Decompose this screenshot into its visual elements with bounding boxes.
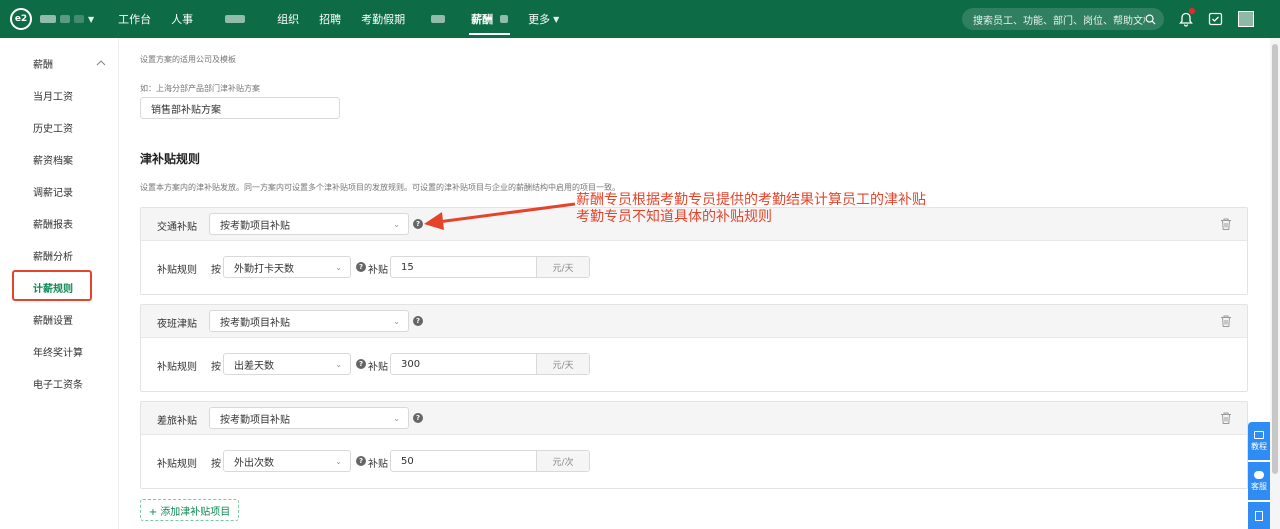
nav-payroll[interactable]: 薪酬 bbox=[461, 0, 518, 38]
chevron-down-icon: ⌄ bbox=[335, 456, 342, 466]
chevron-down-icon: ⌄ bbox=[335, 359, 342, 369]
allowance-name: 交通补贴 bbox=[157, 222, 197, 233]
chevron-up-icon bbox=[96, 60, 106, 66]
sidebar-item-salary-files[interactable]: 薪资档案 bbox=[0, 144, 118, 174]
nav-more[interactable]: 更多 ▼ bbox=[518, 0, 569, 38]
chat-icon bbox=[1254, 470, 1264, 479]
add-allowance-button[interactable]: + 添加津补贴项目 bbox=[140, 499, 239, 521]
nav-organization[interactable]: 组织 bbox=[267, 0, 309, 38]
allowance-name: 夜班津贴 bbox=[157, 319, 197, 330]
customer-service-tab[interactable]: 客服 bbox=[1248, 462, 1270, 500]
nav-personnel[interactable]: 人事 bbox=[161, 0, 203, 38]
notification-dot bbox=[1189, 8, 1195, 14]
sidebar-item-payroll-analysis[interactable]: 薪酬分析 bbox=[0, 240, 118, 270]
company-switcher[interactable]: ▼ bbox=[40, 15, 94, 24]
subsidy-label: 补贴 bbox=[368, 265, 388, 276]
annotation-note: 薪酬专员根据考勤专员提供的考勤结果计算员工的津补贴 考勤专员不知道具体的补贴规则 bbox=[576, 192, 926, 226]
by-label: 按 bbox=[211, 265, 221, 276]
document-tab[interactable] bbox=[1248, 502, 1270, 529]
by-label: 按 bbox=[211, 362, 221, 373]
card-body: 补贴规则 按 出差天数 ⌄ ? 补贴 300 元/天 bbox=[141, 338, 1247, 391]
trash-icon[interactable] bbox=[1219, 411, 1233, 425]
global-search[interactable]: 搜索员工、功能、部门、岗位、帮助文档 bbox=[962, 8, 1164, 30]
nav-attendance[interactable]: 考勤假期 bbox=[351, 0, 415, 38]
scheme-name-hint: 如：上海分部产品部门津补贴方案 bbox=[140, 84, 260, 93]
avatar[interactable] bbox=[1236, 9, 1256, 29]
annotation-line-2: 考勤专员不知道具体的补贴规则 bbox=[576, 209, 772, 225]
amount-input[interactable]: 50 元/次 bbox=[390, 450, 590, 472]
main-nav: 工作台 人事 组织 招聘 考勤假期 薪酬 更多 ▼ bbox=[108, 0, 569, 38]
tutorial-tab[interactable]: 教程 bbox=[1248, 422, 1270, 460]
blurred-badge bbox=[500, 15, 509, 23]
help-icon[interactable]: ? bbox=[413, 413, 423, 423]
allowance-mode-select[interactable]: 按考勤项目补贴 ⌄ bbox=[209, 407, 409, 429]
nav-recruitment[interactable]: 招聘 bbox=[309, 0, 351, 38]
nav-blurred-item-2[interactable] bbox=[415, 0, 461, 38]
app-logo[interactable]: e2 bbox=[10, 8, 32, 30]
sidebar-group-payroll[interactable]: 薪酬 bbox=[0, 48, 118, 78]
help-icon[interactable]: ? bbox=[356, 456, 366, 466]
scope-hint: 设置方案的适用公司及模板 bbox=[140, 55, 236, 64]
basis-select[interactable]: 出差天数 ⌄ bbox=[223, 353, 351, 375]
basis-select[interactable]: 外勤打卡天数 ⌄ bbox=[223, 256, 351, 278]
rule-label: 补贴规则 bbox=[157, 362, 197, 373]
sidebar-item-payroll-settings[interactable]: 薪酬设置 bbox=[0, 304, 118, 334]
by-label: 按 bbox=[211, 459, 221, 470]
chevron-down-icon: ⌄ bbox=[393, 316, 400, 326]
top-navbar: e2 ▼ 工作台 人事 组织 招聘 考勤假期 薪酬 更多 ▼ 搜索员工、功能、部门… bbox=[0, 0, 1280, 38]
nav-blurred-item[interactable] bbox=[203, 0, 267, 38]
rule-label: 补贴规则 bbox=[157, 265, 197, 276]
help-icon[interactable]: ? bbox=[356, 359, 366, 369]
allowance-card: 夜班津贴 按考勤项目补贴 ⌄ ? 补贴规则 按 出差天数 ⌄ ? 补贴 300 元/… bbox=[140, 304, 1248, 392]
bell-icon[interactable] bbox=[1176, 8, 1196, 29]
scrollbar-thumb[interactable] bbox=[1272, 44, 1278, 474]
rule-label: 补贴规则 bbox=[157, 459, 197, 470]
scheme-name-input[interactable]: 销售部补贴方案 bbox=[140, 97, 340, 119]
blurred-label bbox=[225, 15, 246, 23]
search-icon bbox=[1145, 14, 1156, 25]
annotation-line-1: 薪酬专员根据考勤专员提供的考勤结果计算员工的津补贴 bbox=[576, 192, 926, 208]
subsidy-label: 补贴 bbox=[368, 459, 388, 470]
allowance-mode-select[interactable]: 按考勤项目补贴 ⌄ bbox=[209, 310, 409, 332]
sidebar-item-adjustment-records[interactable]: 调薪记录 bbox=[0, 176, 118, 206]
section-title: 津补贴规则 bbox=[140, 152, 201, 166]
chevron-down-icon: ▼ bbox=[553, 14, 560, 24]
amount-input[interactable]: 15 元/天 bbox=[390, 256, 590, 278]
trash-icon[interactable] bbox=[1219, 217, 1233, 231]
help-icon[interactable]: ? bbox=[413, 316, 423, 326]
blurred-label-2 bbox=[431, 15, 446, 23]
basis-select[interactable]: 外出次数 ⌄ bbox=[223, 450, 351, 472]
nav-workbench[interactable]: 工作台 bbox=[108, 0, 161, 38]
task-check-icon[interactable] bbox=[1205, 9, 1225, 29]
card-header: 差旅补贴 按考勤项目补贴 ⌄ ? bbox=[141, 402, 1247, 435]
company-name-blurred-2 bbox=[60, 15, 70, 23]
sidebar-item-bonus-calc[interactable]: 年终奖计算 bbox=[0, 336, 118, 366]
sidebar-item-salary-history[interactable]: 历史工资 bbox=[0, 112, 118, 142]
scrollbar[interactable] bbox=[1270, 38, 1280, 529]
card-header: 夜班津贴 按考勤项目补贴 ⌄ ? bbox=[141, 305, 1247, 338]
amount-input[interactable]: 300 元/天 bbox=[390, 353, 590, 375]
card-body: 补贴规则 按 外勤打卡天数 ⌄ ? 补贴 15 元/天 bbox=[141, 241, 1247, 294]
card-body: 补贴规则 按 外出次数 ⌄ ? 补贴 50 元/次 bbox=[141, 435, 1247, 488]
chevron-down-icon: ▼ bbox=[88, 14, 95, 24]
allowance-card: 差旅补贴 按考勤项目补贴 ⌄ ? 补贴规则 按 外出次数 ⌄ ? 补贴 50 元/次 bbox=[140, 401, 1248, 489]
annotation-arrow bbox=[424, 202, 576, 230]
allowance-mode-select[interactable]: 按考勤项目补贴 ⌄ bbox=[209, 213, 409, 235]
chevron-down-icon: ⌄ bbox=[393, 413, 400, 423]
chevron-down-icon: ⌄ bbox=[393, 219, 400, 229]
sidebar-item-payroll-reports[interactable]: 薪酬报表 bbox=[0, 208, 118, 238]
document-icon bbox=[1255, 510, 1263, 521]
allowance-name: 差旅补贴 bbox=[157, 416, 197, 427]
annotation-highlight-box bbox=[12, 270, 92, 301]
sidebar-item-e-payslip[interactable]: 电子工资条 bbox=[0, 368, 118, 398]
sidebar-item-current-salary[interactable]: 当月工资 bbox=[0, 80, 118, 110]
subsidy-label: 补贴 bbox=[368, 362, 388, 373]
chevron-down-icon: ⌄ bbox=[335, 262, 342, 272]
company-name-blurred bbox=[40, 15, 56, 23]
company-name-blurred-3 bbox=[74, 15, 84, 23]
section-description: 设置本方案内的津补贴发放。同一方案内可设置多个津补贴项目的发放规则。可设置的津补… bbox=[140, 183, 620, 192]
trash-icon[interactable] bbox=[1219, 314, 1233, 328]
book-icon bbox=[1254, 430, 1264, 439]
help-icon[interactable]: ? bbox=[356, 262, 366, 272]
